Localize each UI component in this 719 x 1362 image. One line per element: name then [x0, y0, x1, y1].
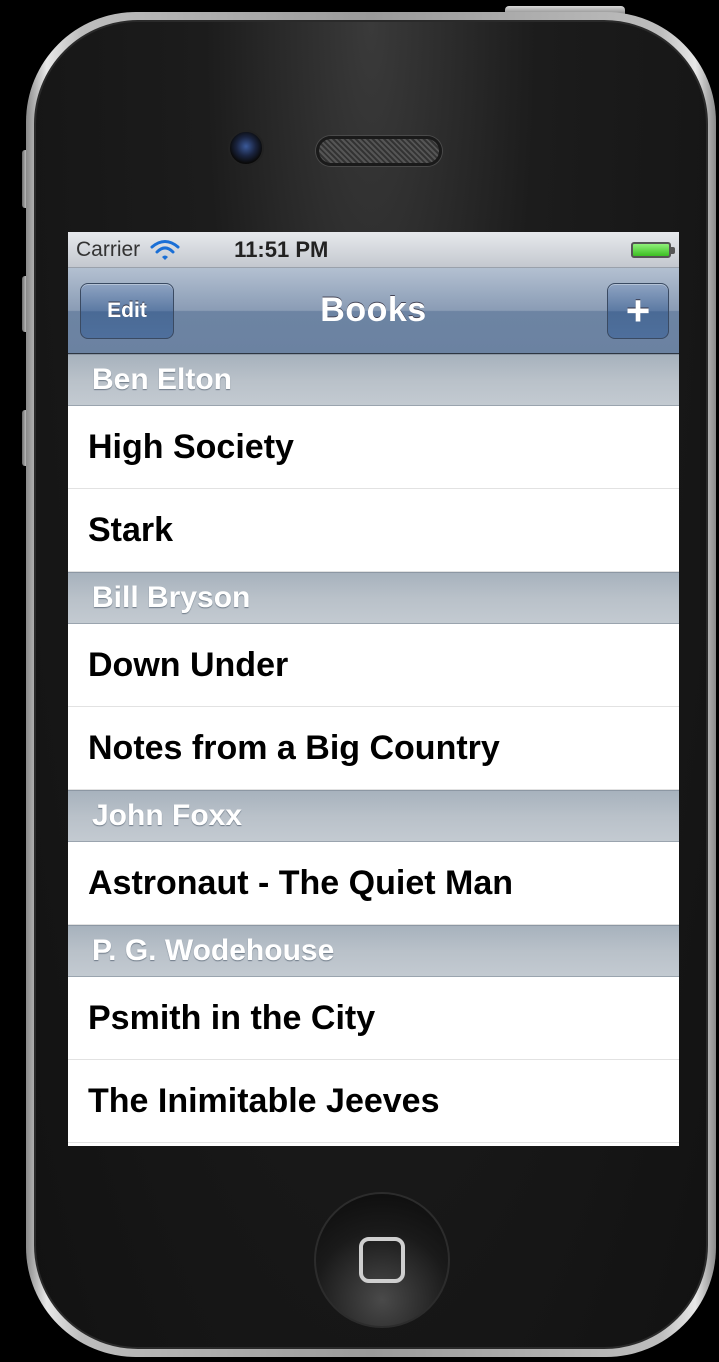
- home-button-icon: [359, 1237, 405, 1283]
- table-row[interactable]: Notes from a Big Country: [68, 707, 679, 790]
- navigation-bar: Edit Books +: [68, 268, 679, 354]
- table-row[interactable]: Stark: [68, 489, 679, 572]
- table-row[interactable]: Astronaut - The Quiet Man: [68, 842, 679, 925]
- table-row[interactable]: Down Under: [68, 624, 679, 707]
- status-bar: Carrier 11:51 PM: [68, 232, 679, 268]
- plus-icon: +: [625, 287, 651, 334]
- books-table: Ben Elton High Society Stark Bill Bryson…: [68, 354, 679, 1143]
- status-time: 11:51 PM: [234, 236, 329, 262]
- screen: Carrier 11:51 PM Edit Books + Ben Elton …: [68, 232, 679, 1146]
- wifi-icon: [150, 239, 180, 260]
- table-row[interactable]: Psmith in the City: [68, 977, 679, 1060]
- table-row[interactable]: The Inimitable Jeeves: [68, 1060, 679, 1143]
- add-book-button[interactable]: +: [607, 283, 669, 339]
- battery-icon: [631, 241, 675, 258]
- edit-button[interactable]: Edit: [80, 283, 174, 339]
- carrier-label: Carrier: [76, 237, 141, 261]
- device-frame: Carrier 11:51 PM Edit Books + Ben Elton …: [0, 0, 719, 1362]
- front-camera: [228, 130, 264, 166]
- section-header: John Foxx: [68, 790, 679, 842]
- home-button[interactable]: [314, 1192, 450, 1328]
- status-left: Carrier 11:51 PM: [76, 237, 328, 263]
- section-header: P. G. Wodehouse: [68, 925, 679, 977]
- page-title: Books: [320, 291, 427, 329]
- section-header: Ben Elton: [68, 354, 679, 406]
- table-row[interactable]: High Society: [68, 406, 679, 489]
- section-header: Bill Bryson: [68, 572, 679, 624]
- earpiece-speaker: [316, 136, 442, 166]
